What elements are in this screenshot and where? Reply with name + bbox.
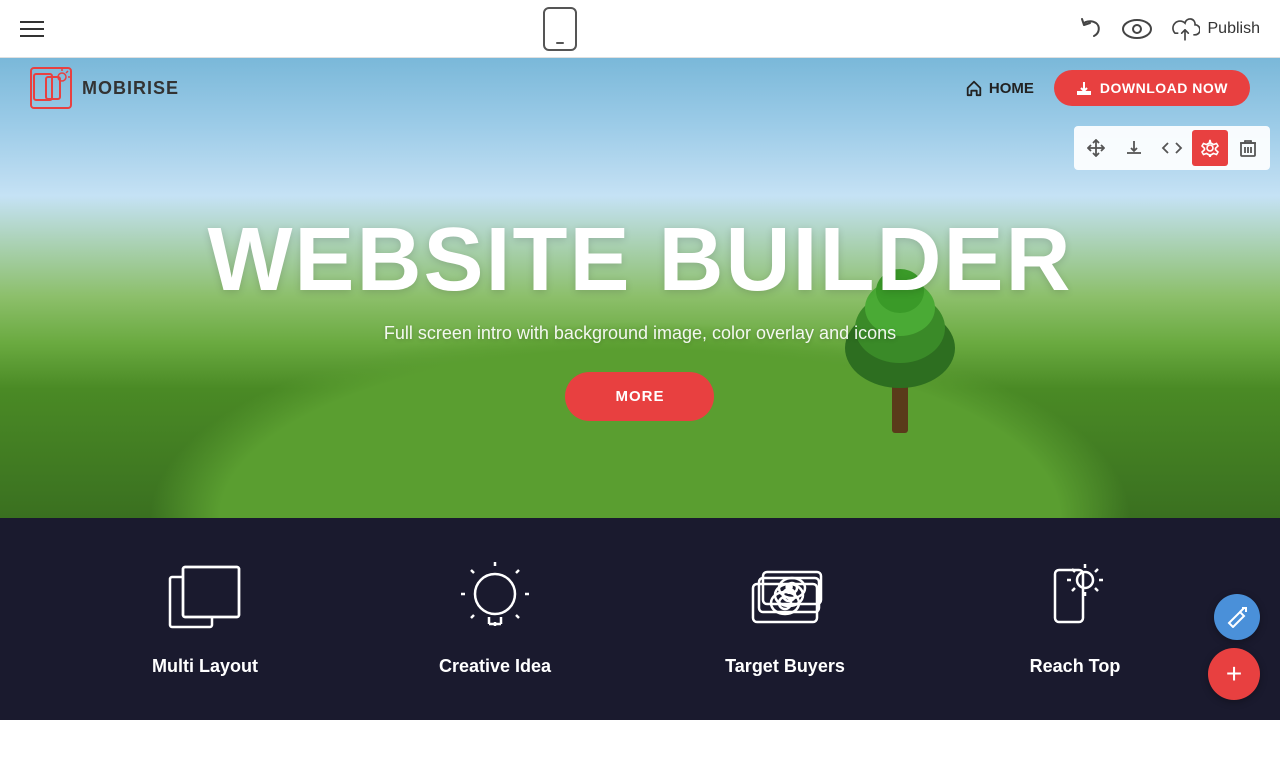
main-content: MOBIRISE HOME DOWNLOAD NOW [0,58,1280,720]
menu-icon[interactable] [20,21,44,37]
download-label: DOWNLOAD NOW [1100,80,1228,96]
topbar-left [20,21,44,37]
target-buyers-icon: $ [745,562,825,642]
brand-name: MOBIRISE [82,78,179,99]
fab-pen-button[interactable] [1214,594,1260,640]
creative-idea-icon [455,562,535,642]
multi-layout-label: Multi Layout [152,656,258,677]
download-tool[interactable] [1116,130,1152,166]
features-section: Multi Layout [0,518,1280,720]
section-tools [1074,126,1270,170]
hero-subtitle: Full screen intro with background image,… [207,323,1072,344]
publish-button[interactable]: Publish [1170,17,1260,41]
hero-title: WEBSITE BUILDER [207,215,1072,305]
reach-top-icon [1035,562,1115,642]
brand-logo [30,67,72,109]
hero-nav-right: HOME DOWNLOAD NOW [965,70,1250,106]
feature-reach-top: Reach Top [965,562,1185,677]
home-label: HOME [989,80,1034,97]
brand: MOBIRISE [30,67,179,109]
svg-text:$: $ [786,584,792,595]
feature-target-buyers: $ Target Buyers [675,562,895,677]
delete-tool[interactable] [1230,130,1266,166]
hero-section: MOBIRISE HOME DOWNLOAD NOW [0,58,1280,518]
publish-label: Publish [1208,20,1260,38]
undo-button[interactable] [1076,15,1104,43]
multi-layout-icon [165,562,245,642]
fab-add-button[interactable]: + [1208,648,1260,700]
feature-creative-idea: Creative Idea [385,562,605,677]
target-buyers-label: Target Buyers [725,656,845,677]
settings-tool[interactable] [1192,130,1228,166]
preview-button[interactable] [1122,18,1152,40]
reach-top-label: Reach Top [1030,656,1121,677]
more-button[interactable]: MORE [565,372,714,421]
topbar: Publish [0,0,1280,58]
code-tool[interactable] [1154,130,1190,166]
feature-multi-layout: Multi Layout [95,562,315,677]
topbar-center [543,7,577,51]
mobile-preview-icon[interactable] [543,7,577,51]
hero-content: WEBSITE BUILDER Full screen intro with b… [207,215,1072,421]
creative-idea-label: Creative Idea [439,656,551,677]
hero-navbar: MOBIRISE HOME DOWNLOAD NOW [0,58,1280,118]
move-tool[interactable] [1078,130,1114,166]
download-button[interactable]: DOWNLOAD NOW [1054,70,1250,106]
topbar-right: Publish [1076,15,1260,43]
home-link[interactable]: HOME [965,79,1034,97]
